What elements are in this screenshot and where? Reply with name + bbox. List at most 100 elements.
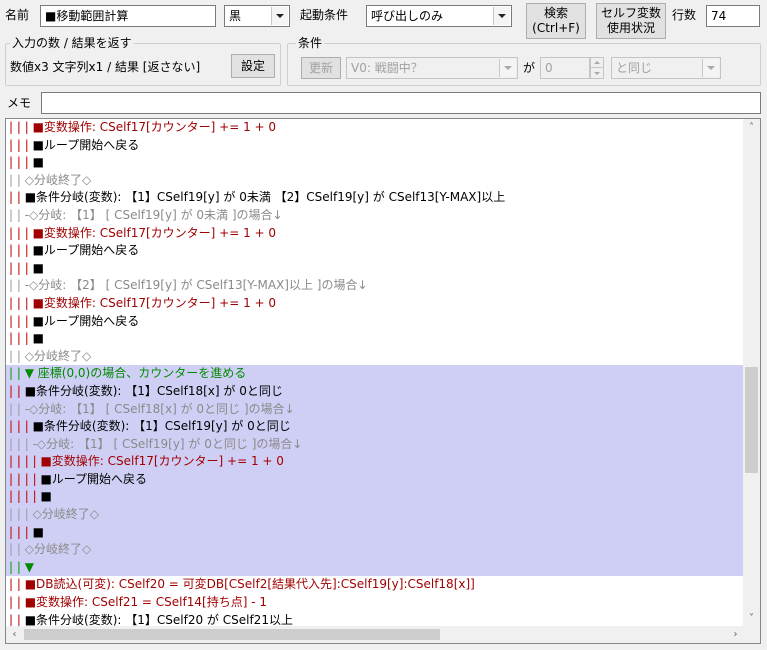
command-row[interactable]: | | | ■ [6,260,744,278]
scroll-down-icon[interactable]: ˅ [743,610,760,627]
indent-guide: | | | [9,331,33,346]
indent-guide: | | [9,542,25,557]
name-input[interactable]: ■移動範囲計算 [40,5,216,27]
command-row[interactable]: | | | ■ [6,154,744,172]
command-row[interactable]: | | | | ■ループ開始へ戻る [6,470,744,489]
command-row[interactable]: | | ■条件分岐(変数): 【1】CSelf19[y] が 0未満 【2】CS… [6,189,744,207]
indent-guide: | | | [9,137,33,152]
command-row[interactable]: | | | ■変数操作: CSelf17[カウンター] += 1 + 0 [6,225,744,243]
condition-update-button[interactable]: 更新 [301,57,341,79]
command-row[interactable]: | | | ■ループ開始へ戻る [6,242,744,260]
chevron-down-icon[interactable] [499,59,516,77]
condition-ga-label: が [523,61,536,75]
command-row[interactable]: | | -◇分岐: 【1】 [ CSelf19[y] が 0未満 ]の場合↓ [6,207,744,225]
indent-guide: | | [9,278,25,293]
horizontal-scroll-thumb[interactable] [24,629,440,640]
command-row[interactable]: | | | ■変数操作: CSelf17[カウンター] += 1 + 0 [6,295,744,313]
command-text: ■DB読込(可変): CSelf20 = 可変DB[CSelf2[結果代入先]:… [24,577,475,592]
condition-compare-select[interactable]: と同じ [611,57,721,79]
command-row[interactable]: | | ◇分岐終了◇ [6,348,744,366]
trigger-label: 起動条件 [300,8,349,22]
horizontal-scrollbar[interactable]: ‹ › [6,626,744,643]
chevron-down-icon[interactable] [702,59,719,77]
command-row[interactable]: | | ◇分岐終了◇ [6,541,744,559]
search-button-label: 検索 [543,6,568,20]
row-count-label: 行数 [672,8,697,22]
command-text: ■変数操作: CSelf17[カウンター] += 1 + 0 [40,454,284,469]
condition-compare-value: と同じ [616,61,653,75]
scrollbar-corner [743,626,760,643]
search-button-shortcut: (Ctrl+F) [532,21,580,35]
command-listing[interactable]: | | | ■変数操作: CSelf17[カウンター] += 1 + 0 | | … [5,118,761,644]
command-row[interactable]: | | | | ■ [6,488,744,507]
search-button[interactable]: 検索 (Ctrl+F) [526,3,586,39]
command-text: -◇分岐: 【2】 [ CSelf19[y] が CSelf13[Y-MAX]以… [24,278,368,293]
command-text: ■ [32,331,44,346]
command-text: ◇分岐終了◇ [32,507,100,522]
chevron-down-icon[interactable] [271,7,288,25]
command-text: -◇分岐: 【1】 [ CSelf19[y] が 0と同じ ]の場合↓ [32,436,303,451]
command-row[interactable]: | | | ■条件分岐(変数): 【1】CSelf19[y] が 0と同じ [6,418,744,436]
command-row[interactable]: | | -◇分岐: 【1】 [ CSelf18[x] が 0と同じ ]の場合↓ [6,400,744,419]
command-row[interactable]: | | ▼ [6,558,744,577]
command-row[interactable]: | | | ◇分岐終了◇ [6,506,744,524]
indent-guide: | | [9,577,25,592]
command-row[interactable]: | | | ■変数操作: CSelf17[カウンター] += 1 + 0 [6,119,744,137]
self-variable-usage-line1: セルフ変数 [600,6,661,20]
indent-guide: | | | [9,155,33,170]
command-row[interactable]: | | | | ■変数操作: CSelf17[カウンター] += 1 + 0 [6,453,744,471]
condition-number-input[interactable]: 0 [540,57,590,79]
scroll-left-icon[interactable]: ‹ [6,626,23,643]
command-text: ■変数操作: CSelf17[カウンター] += 1 + 0 [32,225,277,240]
command-row[interactable]: | | -◇分岐: 【2】 [ CSelf19[y] が CSelf13[Y-M… [6,277,744,295]
command-row[interactable]: | | | ■ [6,330,744,348]
color-select[interactable]: 黒 [224,5,290,27]
indent-guide: | | [9,172,25,187]
vertical-scroll-thumb[interactable] [745,367,758,473]
spin-down-icon[interactable] [591,68,603,78]
command-row[interactable]: | | ▼ 座標(0,0)の場合、カウンターを進める [6,365,744,383]
indent-guide: | | [9,190,25,205]
indent-guide: | | [9,559,25,574]
io-settings-button[interactable]: 設定 [231,54,275,78]
trigger-select[interactable]: 呼び出しのみ [366,5,512,27]
command-row[interactable]: | | | ■ループ開始へ戻る [6,313,744,331]
command-text: ◇分岐終了◇ [24,542,92,557]
scroll-right-icon[interactable]: › [727,626,744,643]
command-row[interactable]: | | ■条件分岐(変数): 【1】CSelf18[x] が 0と同じ [6,382,744,401]
command-row[interactable]: | | ■DB読込(可変): CSelf20 = 可変DB[CSelf2[結果代… [6,576,744,594]
indent-guide: | | | [9,260,33,275]
command-text: ■変数操作: CSelf17[カウンター] += 1 + 0 [32,120,277,134]
command-row[interactable]: | | ◇分岐終了◇ [6,172,744,190]
spin-up-icon[interactable] [591,58,603,68]
command-row[interactable]: | | ■変数操作: CSelf21 = CSelf14[持ち点] - 1 [6,594,744,612]
command-row[interactable]: | | | -◇分岐: 【1】 [ CSelf19[y] が 0と同じ ]の場合… [6,435,744,454]
command-text: ■ [32,155,44,170]
command-text: ◇分岐終了◇ [24,172,92,187]
indent-guide: | | | [9,419,33,434]
memo-input[interactable] [41,92,761,114]
command-text: ■ [32,524,44,539]
indent-guide: | | | | [9,489,41,504]
command-text: ◇分岐終了◇ [24,348,92,363]
command-text: ■ループ開始へ戻る [32,243,140,258]
condition-variable-select[interactable]: V0: 戦闘中？ [346,57,518,79]
command-row[interactable]: | | | ■ループ開始へ戻る [6,137,744,155]
vertical-scrollbar[interactable]: ˄ ˅ [743,119,760,627]
scroll-up-icon[interactable]: ˄ [743,119,760,136]
command-text: ■ループ開始へ戻る [32,137,140,152]
command-text: ▼ [24,559,34,574]
trigger-select-value: 呼び出しのみ [371,9,444,23]
self-variable-usage-button[interactable]: セルフ変数 使用状況 [596,3,666,39]
condition-number-spinner[interactable] [590,57,604,79]
command-text: ■条件分岐(変数): 【1】CSelf20 が CSelf21以上 [24,612,293,627]
indent-guide: | | [9,207,25,222]
indent-guide: | | | [9,295,33,310]
command-text: ▼ 座標(0,0)の場合、カウンターを進める [24,366,247,381]
command-text: ■ループ開始へ戻る [40,471,148,486]
io-group-title: 入力の数 / 結果を返す [10,36,134,50]
chevron-down-icon[interactable] [493,7,510,25]
memo-label: メモ [7,96,32,110]
indent-guide: | | [9,348,25,363]
command-row[interactable]: | | | ■ [6,523,744,542]
